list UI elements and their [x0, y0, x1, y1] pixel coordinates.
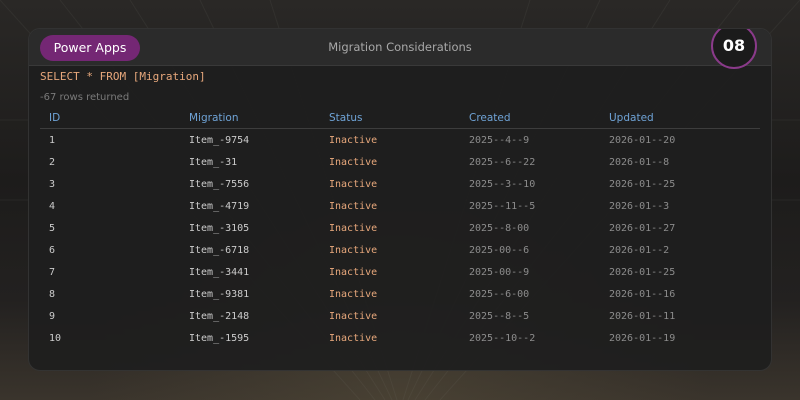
cell-status: Inactive — [329, 266, 378, 278]
table-row[interactable]: 8 Item_-9381 Inactive 2025--6-00 2026-01… — [40, 283, 760, 305]
power-apps-badge[interactable]: Power Apps — [40, 35, 140, 61]
table-row[interactable]: 10 Item_-1595 Inactive 2025--10--2 2026-… — [40, 327, 760, 349]
cell-migration: Item_-4719 — [189, 200, 250, 212]
cell-created: 2025--6-00 — [469, 288, 530, 300]
table-row[interactable]: 5 Item_-3105 Inactive 2025--8-00 2026-01… — [40, 217, 760, 239]
cell-status: Inactive — [329, 288, 378, 300]
cell-migration: Item_-3441 — [189, 266, 250, 278]
cell-id: 2 — [49, 156, 56, 168]
cell-id: 9 — [49, 310, 56, 322]
cell-migration: Item_-3105 — [189, 222, 250, 234]
cell-status: Inactive — [329, 134, 378, 146]
cell-updated: 2026-01--8 — [609, 156, 670, 168]
cell-created: 2025--4--9 — [469, 134, 530, 146]
cell-updated: 2026-01--25 — [609, 266, 676, 278]
cell-updated: 2026-01--3 — [609, 200, 670, 212]
cell-migration: Item_-1595 — [189, 332, 250, 344]
cell-id: 1 — [49, 134, 56, 146]
cell-migration: Item_-6718 — [189, 244, 250, 256]
cell-updated: 2026-01--19 — [609, 332, 676, 344]
cell-updated: 2026-01--27 — [609, 222, 676, 234]
results-table: ID Migration Status Created Updated 1 It… — [40, 108, 760, 349]
cell-updated: 2026-01--20 — [609, 134, 676, 146]
cell-updated: 2026-01--25 — [609, 178, 676, 190]
column-header-updated[interactable]: Updated — [600, 108, 760, 129]
cell-migration: Item_-9381 — [189, 288, 250, 300]
table-row[interactable]: 3 Item_-7556 Inactive 2025--3--10 2026-0… — [40, 173, 760, 195]
cell-created: 2025--11--5 — [469, 200, 536, 212]
cell-status: Inactive — [329, 244, 378, 256]
table-row[interactable]: 2 Item_-31 Inactive 2025--6--22 2026-01-… — [40, 151, 760, 173]
cell-migration: Item_-2148 — [189, 310, 250, 322]
column-header-id[interactable]: ID — [40, 108, 180, 129]
rows-returned-count: -67 rows returned — [40, 92, 130, 103]
cell-created: 2025--10--2 — [469, 332, 536, 344]
cell-id: 8 — [49, 288, 56, 300]
cell-status: Inactive — [329, 332, 378, 344]
column-header-status[interactable]: Status — [320, 108, 460, 129]
page-title: Migration Considerations — [328, 40, 472, 54]
table-row[interactable]: 7 Item_-3441 Inactive 2025-00--9 2026-01… — [40, 261, 760, 283]
column-header-migration[interactable]: Migration — [180, 108, 320, 129]
column-header-created[interactable]: Created — [460, 108, 600, 129]
table-row[interactable]: 6 Item_-6718 Inactive 2025-00--6 2026-01… — [40, 239, 760, 261]
table-row[interactable]: 4 Item_-4719 Inactive 2025--11--5 2026-0… — [40, 195, 760, 217]
cell-updated: 2026-01--11 — [609, 310, 676, 322]
cell-id: 7 — [49, 266, 56, 278]
cell-migration: Item_-9754 — [189, 134, 250, 146]
cell-status: Inactive — [329, 178, 378, 190]
cell-id: 10 — [49, 332, 62, 344]
cell-created: 2025--3--10 — [469, 178, 536, 190]
cell-id: 5 — [49, 222, 56, 234]
table-row[interactable]: 9 Item_-2148 Inactive 2025--8--5 2026-01… — [40, 305, 760, 327]
cell-updated: 2026-01--2 — [609, 244, 670, 256]
cell-migration: Item_-31 — [189, 156, 238, 168]
cell-updated: 2026-01--16 — [609, 288, 676, 300]
cell-id: 6 — [49, 244, 56, 256]
table-row[interactable]: 1 Item_-9754 Inactive 2025--4--9 2026-01… — [40, 129, 760, 152]
panel-header: Migration Considerations Power Apps — [29, 29, 771, 66]
cell-created: 2025--8-00 — [469, 222, 530, 234]
sql-query-text: SELECT * FROM [Migration] — [40, 70, 206, 83]
cell-id: 3 — [49, 178, 56, 190]
cell-id: 4 — [49, 200, 56, 212]
cell-status: Inactive — [329, 200, 378, 212]
cell-created: 2025--8--5 — [469, 310, 530, 322]
cell-status: Inactive — [329, 310, 378, 322]
cell-created: 2025-00--9 — [469, 266, 530, 278]
cell-status: Inactive — [329, 222, 378, 234]
query-result-panel: Migration Considerations Power Apps SELE… — [28, 28, 772, 371]
cell-created: 2025-00--6 — [469, 244, 530, 256]
cell-status: Inactive — [329, 156, 378, 168]
cell-migration: Item_-7556 — [189, 178, 250, 190]
cell-created: 2025--6--22 — [469, 156, 536, 168]
table-header-row: ID Migration Status Created Updated — [40, 108, 760, 129]
